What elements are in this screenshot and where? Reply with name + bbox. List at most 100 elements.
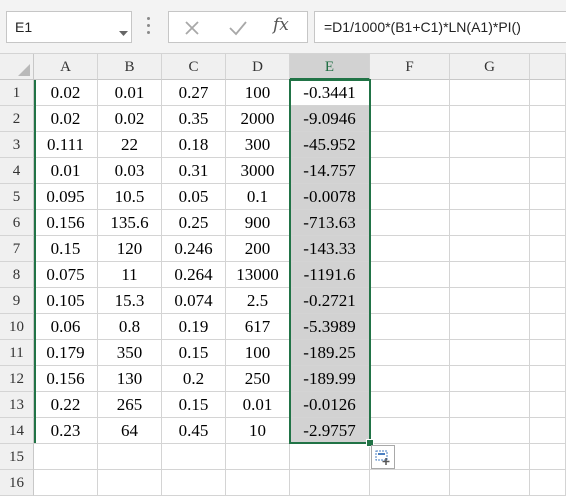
cell-e3[interactable]: -45.952 bbox=[290, 132, 370, 158]
cell-g7[interactable] bbox=[450, 236, 530, 262]
cell-f2[interactable] bbox=[370, 106, 450, 132]
cell-c10[interactable]: 0.19 bbox=[162, 314, 226, 340]
cell-f5[interactable] bbox=[370, 184, 450, 210]
cell-d8[interactable]: 13000 bbox=[226, 262, 290, 288]
cell-h15[interactable] bbox=[530, 444, 566, 470]
row-header-3[interactable]: 3 bbox=[0, 132, 34, 158]
cell-f11[interactable] bbox=[370, 340, 450, 366]
cell-d9[interactable]: 2.5 bbox=[226, 288, 290, 314]
cell-f4[interactable] bbox=[370, 158, 450, 184]
column-header-b[interactable]: B bbox=[98, 54, 162, 80]
cell-e5[interactable]: -0.0078 bbox=[290, 184, 370, 210]
row-header-14[interactable]: 14 bbox=[0, 418, 34, 444]
cell-d6[interactable]: 900 bbox=[226, 210, 290, 236]
cell-c1[interactable]: 0.27 bbox=[162, 80, 226, 106]
cell-h11[interactable] bbox=[530, 340, 566, 366]
cell-e2[interactable]: -9.0946 bbox=[290, 106, 370, 132]
cell-c11[interactable]: 0.15 bbox=[162, 340, 226, 366]
cell-d3[interactable]: 300 bbox=[226, 132, 290, 158]
cell-d13[interactable]: 0.01 bbox=[226, 392, 290, 418]
cell-e9[interactable]: -0.2721 bbox=[290, 288, 370, 314]
cell-b1[interactable]: 0.01 bbox=[98, 80, 162, 106]
close-icon[interactable] bbox=[181, 17, 203, 39]
cell-f6[interactable] bbox=[370, 210, 450, 236]
cell-b16[interactable] bbox=[98, 470, 162, 496]
cell-a15[interactable] bbox=[34, 444, 98, 470]
cell-e15[interactable] bbox=[290, 444, 370, 470]
cell-e7[interactable]: -143.33 bbox=[290, 236, 370, 262]
cell-h3[interactable] bbox=[530, 132, 566, 158]
cell-b5[interactable]: 10.5 bbox=[98, 184, 162, 210]
cell-d16[interactable] bbox=[226, 470, 290, 496]
cell-h4[interactable] bbox=[530, 158, 566, 184]
cell-e13[interactable]: -0.0126 bbox=[290, 392, 370, 418]
cell-c13[interactable]: 0.15 bbox=[162, 392, 226, 418]
cell-c6[interactable]: 0.25 bbox=[162, 210, 226, 236]
row-header-5[interactable]: 5 bbox=[0, 184, 34, 210]
cell-d4[interactable]: 3000 bbox=[226, 158, 290, 184]
column-header-d[interactable]: D bbox=[226, 54, 290, 80]
row-header-7[interactable]: 7 bbox=[0, 236, 34, 262]
insert-function-button[interactable]: fx bbox=[273, 15, 289, 35]
cell-g9[interactable] bbox=[450, 288, 530, 314]
cell-c2[interactable]: 0.35 bbox=[162, 106, 226, 132]
cell-g11[interactable] bbox=[450, 340, 530, 366]
cell-d12[interactable]: 250 bbox=[226, 366, 290, 392]
cell-h16[interactable] bbox=[530, 470, 566, 496]
cell-c5[interactable]: 0.05 bbox=[162, 184, 226, 210]
row-header-9[interactable]: 9 bbox=[0, 288, 34, 314]
column-header-h[interactable] bbox=[530, 54, 566, 80]
cell-g16[interactable] bbox=[450, 470, 530, 496]
cell-h13[interactable] bbox=[530, 392, 566, 418]
cell-h1[interactable] bbox=[530, 80, 566, 106]
cell-f7[interactable] bbox=[370, 236, 450, 262]
cell-a6[interactable]: 0.156 bbox=[34, 210, 98, 236]
column-header-e[interactable]: E bbox=[290, 54, 370, 80]
cell-g12[interactable] bbox=[450, 366, 530, 392]
cell-b9[interactable]: 15.3 bbox=[98, 288, 162, 314]
row-header-12[interactable]: 12 bbox=[0, 366, 34, 392]
cell-a7[interactable]: 0.15 bbox=[34, 236, 98, 262]
cell-b11[interactable]: 350 bbox=[98, 340, 162, 366]
cell-e14[interactable]: -2.9757 bbox=[290, 418, 370, 444]
row-header-15[interactable]: 15 bbox=[0, 444, 34, 470]
cell-h7[interactable] bbox=[530, 236, 566, 262]
cell-g4[interactable] bbox=[450, 158, 530, 184]
cell-d14[interactable]: 10 bbox=[226, 418, 290, 444]
cell-a8[interactable]: 0.075 bbox=[34, 262, 98, 288]
cell-d11[interactable]: 100 bbox=[226, 340, 290, 366]
formula-input[interactable]: =D1/1000*(B1+C1)*LN(A1)*PI() bbox=[314, 11, 566, 43]
cell-f8[interactable] bbox=[370, 262, 450, 288]
row-header-6[interactable]: 6 bbox=[0, 210, 34, 236]
cell-h2[interactable] bbox=[530, 106, 566, 132]
cell-b13[interactable]: 265 bbox=[98, 392, 162, 418]
cell-e6[interactable]: -713.63 bbox=[290, 210, 370, 236]
cell-a3[interactable]: 0.111 bbox=[34, 132, 98, 158]
cell-b12[interactable]: 130 bbox=[98, 366, 162, 392]
drag-handle-icon[interactable] bbox=[147, 17, 151, 37]
cell-b14[interactable]: 64 bbox=[98, 418, 162, 444]
cell-a12[interactable]: 0.156 bbox=[34, 366, 98, 392]
cell-a9[interactable]: 0.105 bbox=[34, 288, 98, 314]
cell-c8[interactable]: 0.264 bbox=[162, 262, 226, 288]
column-header-g[interactable]: G bbox=[450, 54, 530, 80]
cell-b6[interactable]: 135.6 bbox=[98, 210, 162, 236]
column-header-a[interactable]: A bbox=[34, 54, 98, 80]
cell-a11[interactable]: 0.179 bbox=[34, 340, 98, 366]
column-header-c[interactable]: C bbox=[162, 54, 226, 80]
cell-h6[interactable] bbox=[530, 210, 566, 236]
cell-a13[interactable]: 0.22 bbox=[34, 392, 98, 418]
cell-f10[interactable] bbox=[370, 314, 450, 340]
cell-a14[interactable]: 0.23 bbox=[34, 418, 98, 444]
cell-a16[interactable] bbox=[34, 470, 98, 496]
cell-g6[interactable] bbox=[450, 210, 530, 236]
cell-g13[interactable] bbox=[450, 392, 530, 418]
chevron-down-icon[interactable] bbox=[119, 24, 128, 42]
cell-b4[interactable]: 0.03 bbox=[98, 158, 162, 184]
cell-e12[interactable]: -189.99 bbox=[290, 366, 370, 392]
cell-d10[interactable]: 617 bbox=[226, 314, 290, 340]
cell-e1[interactable]: -0.3441 bbox=[290, 80, 370, 106]
name-box[interactable]: E1 bbox=[6, 11, 132, 43]
cell-h8[interactable] bbox=[530, 262, 566, 288]
cell-d2[interactable]: 2000 bbox=[226, 106, 290, 132]
